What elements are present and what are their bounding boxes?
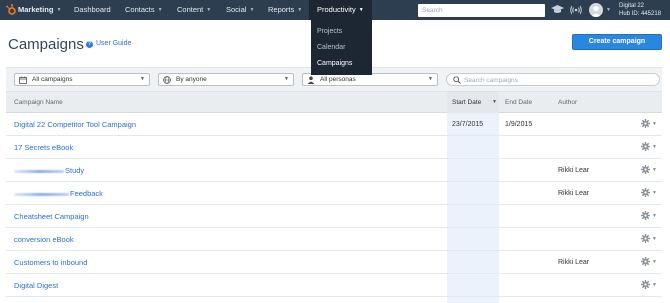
gear-icon[interactable]	[641, 257, 650, 266]
table-row: Cheatsheet Campaign ▼	[6, 205, 662, 228]
gear-icon[interactable]	[641, 165, 650, 174]
table-row: 17 Secrets eBook ▼	[6, 136, 662, 159]
redacted-text	[14, 192, 69, 196]
chevron-down-icon: ▼	[206, 7, 212, 13]
chevron-down-icon[interactable]: ▼	[652, 228, 657, 250]
campaign-name-link[interactable]: Feedback	[14, 182, 103, 205]
nav-social[interactable]: Social ▼	[226, 0, 254, 20]
campaign-filter-value: All campaigns	[32, 76, 73, 83]
table-row: Customers to inbound Rikki Lear ▼	[6, 251, 662, 274]
table-row: Study Rikki Lear ▼	[6, 159, 662, 182]
global-search-input[interactable]	[418, 4, 545, 17]
calendar-icon	[19, 76, 27, 84]
nav-dashboard[interactable]: Dashboard	[74, 0, 111, 20]
owner-filter-value: By anyone	[176, 76, 207, 83]
notifications-broadcast-icon[interactable]	[570, 5, 582, 15]
chevron-down-icon: ▼	[297, 7, 303, 13]
hubspot-sprocket-icon[interactable]	[5, 4, 17, 16]
column-header-campaign-name[interactable]: Campaign Name	[14, 92, 63, 113]
hub-id: Hub ID: 445218	[619, 11, 662, 17]
gear-icon[interactable]	[641, 211, 650, 220]
menu-item-calendar[interactable]: Calendar	[317, 44, 345, 51]
chevron-down-icon[interactable]: ▼	[652, 159, 657, 181]
gear-icon[interactable]	[641, 280, 650, 289]
author: Rikki Lear	[558, 167, 590, 174]
chevron-down-icon[interactable]: ▼	[652, 113, 657, 135]
author: Rikki Lear	[558, 259, 590, 266]
globe-icon	[163, 76, 171, 84]
table-header: Campaign Name Start Date ▼ End Date Auth…	[6, 92, 662, 113]
campaign-search-box[interactable]	[446, 73, 660, 86]
chevron-down-icon: ▼	[140, 76, 145, 82]
user-guide-link[interactable]: User Guide	[96, 40, 131, 47]
campaign-name-link[interactable]: Digital Digest	[14, 274, 58, 297]
productivity-dropdown-menu: Projects Calendar Campaigns	[311, 20, 372, 75]
author: Rikki Lear	[558, 190, 590, 197]
gear-icon[interactable]	[641, 234, 650, 243]
column-header-end-date[interactable]: End Date	[505, 92, 532, 113]
chevron-down-icon: ▼	[428, 76, 433, 82]
persona-filter-value: All personas	[320, 76, 356, 83]
start-date: 23/7/2015	[452, 121, 484, 128]
campaigns-table-body: Digital 22 Competitor Tool Campaign 23/7…	[6, 113, 662, 303]
campaign-name-link[interactable]: Digital 22 Competitor Tool Campaign	[14, 113, 136, 136]
chevron-down-icon: ▼	[56, 7, 62, 13]
nav-productivity[interactable]: Productivity ▼	[309, 0, 372, 20]
campaign-filter-select[interactable]: All campaigns ▼	[14, 73, 150, 86]
chevron-down-icon: ▼	[284, 76, 289, 82]
gear-icon[interactable]	[641, 119, 650, 128]
nav-reports[interactable]: Reports ▼	[268, 0, 302, 20]
campaign-name-link[interactable]: Study	[14, 159, 84, 182]
menu-item-projects[interactable]: Projects	[317, 28, 342, 35]
person-icon	[307, 76, 315, 84]
sort-descending-icon[interactable]: ▼	[492, 92, 497, 113]
campaign-name-link[interactable]: Customers to inbound	[14, 251, 87, 274]
campaign-name-link[interactable]: conversion eBook	[14, 228, 74, 251]
academy-graduation-cap-icon[interactable]	[551, 5, 564, 15]
chevron-down-icon: ▼	[358, 7, 364, 13]
campaign-name-link[interactable]: 17 Secrets eBook	[14, 136, 73, 159]
user-silhouette-icon	[591, 5, 601, 17]
chevron-down-icon[interactable]: ▼	[652, 136, 657, 158]
column-header-start-date[interactable]: Start Date	[452, 92, 481, 113]
chevron-down-icon: ▼	[157, 7, 163, 13]
portal-name: Digital 22	[619, 3, 645, 9]
portal-info[interactable]: Digital 22 Hub ID: 445218	[619, 2, 661, 18]
table-row: Feedback Rikki Lear ▼	[6, 182, 662, 205]
chevron-down-icon[interactable]: ▼	[606, 7, 611, 13]
column-header-author[interactable]: Author	[558, 92, 577, 113]
chevron-down-icon[interactable]: ▼	[652, 205, 657, 227]
campaign-search-input[interactable]	[464, 75, 654, 85]
table-row: Digital 22 Competitor Tool Campaign 23/7…	[6, 113, 662, 136]
chevron-down-icon[interactable]: ▼	[652, 251, 657, 273]
end-date: 1/9/2015	[505, 121, 533, 128]
nav-marketing[interactable]: Marketing ▼	[18, 0, 61, 20]
redacted-text	[14, 169, 64, 173]
menu-item-campaigns[interactable]: Campaigns	[317, 60, 352, 67]
nav-contacts[interactable]: Contacts ▼	[125, 0, 163, 20]
help-question-icon[interactable]: ?	[86, 41, 93, 48]
nav-content[interactable]: Content ▼	[177, 0, 211, 20]
search-icon	[453, 76, 461, 84]
chevron-down-icon[interactable]: ▼	[652, 182, 657, 204]
user-avatar[interactable]	[589, 3, 603, 17]
gear-icon[interactable]	[641, 142, 650, 151]
chevron-down-icon: ▼	[249, 7, 255, 13]
table-row: conversion eBook ▼	[6, 228, 662, 251]
chevron-down-icon[interactable]: ▼	[652, 274, 657, 296]
owner-filter-select[interactable]: By anyone ▼	[158, 73, 294, 86]
campaign-name-link[interactable]: Cheatsheet Campaign	[14, 205, 89, 228]
table-row: Digital Digest ▼	[6, 274, 662, 297]
top-navigation-bar: Marketing ▼ Dashboard Contacts ▼ Content ▼ …	[0, 0, 670, 20]
page-title: Campaigns	[8, 36, 84, 53]
gear-icon[interactable]	[641, 188, 650, 197]
create-campaign-button[interactable]: Create campaign	[572, 34, 662, 50]
